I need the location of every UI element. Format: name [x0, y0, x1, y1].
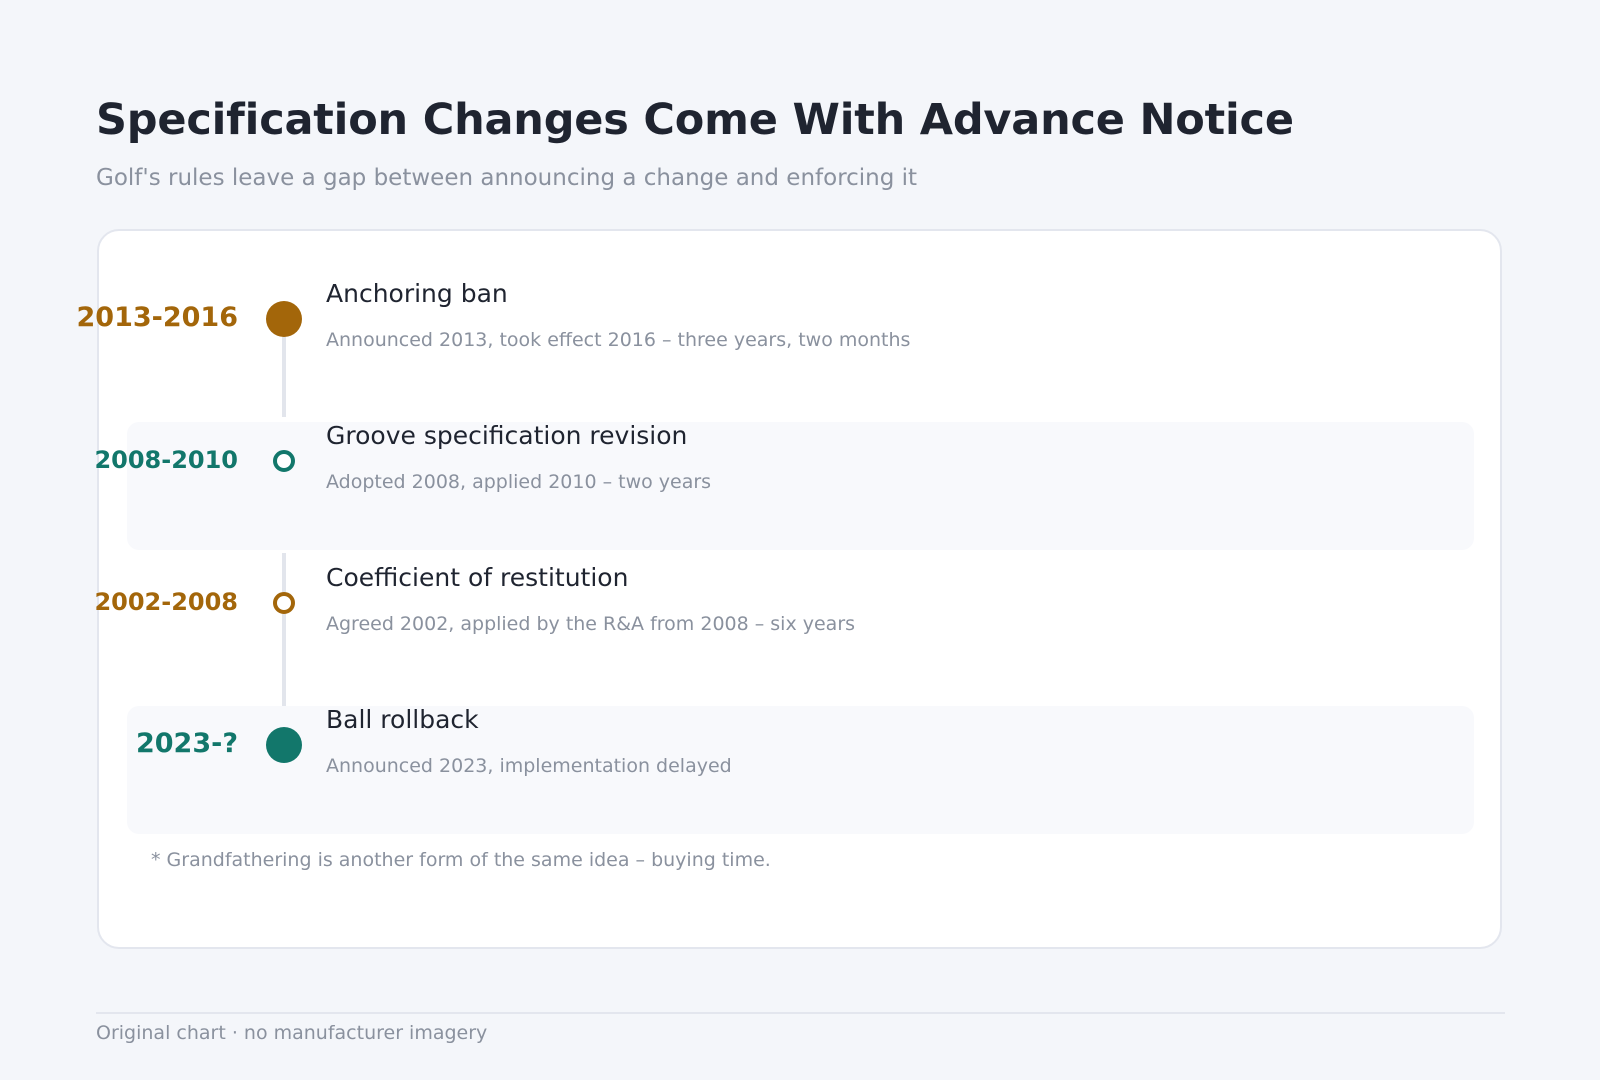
timeline-period: 2008-2010	[94, 446, 238, 474]
timeline-marker-hollow	[273, 592, 295, 614]
timeline-period: 2023-?	[135, 728, 238, 759]
page-footer: Original chart · no manufacturer imagery	[96, 1022, 488, 1044]
page-subtitle: Golf's rules leave a gap between announc…	[96, 165, 918, 191]
timeline-marker-filled	[266, 727, 302, 763]
timeline-event-description: Adopted 2008, applied 2010 – two years	[326, 471, 712, 493]
timeline-marker-hollow	[273, 450, 295, 472]
timeline-period: 2002-2008	[94, 588, 238, 616]
timeline-marker-filled	[266, 301, 302, 337]
timeline-connector	[282, 553, 286, 706]
timeline-event-title: Anchoring ban	[326, 279, 508, 308]
timeline-event-title: Ball rollback	[326, 705, 479, 734]
timeline-event-description: Announced 2013, took effect 2016 – three…	[326, 329, 911, 351]
timeline-period: 2013-2016	[76, 302, 239, 333]
timeline-connector	[282, 331, 286, 417]
timeline-event-description: Agreed 2002, applied by the R&A from 200…	[326, 613, 856, 635]
footer-divider	[96, 1012, 1505, 1014]
footnote: * Grandfathering is another form of the …	[151, 849, 771, 871]
timeline-event-title: Coefficient of restitution	[326, 563, 629, 592]
page-title: Specification Changes Come With Advance …	[96, 95, 1294, 145]
timeline-event-title: Groove specification revision	[326, 421, 688, 450]
timeline-event-description: Announced 2023, implementation delayed	[326, 755, 732, 777]
timeline-card: 2013-2016 Anchoring ban Announced 2013, to…	[77, 229, 1502, 949]
